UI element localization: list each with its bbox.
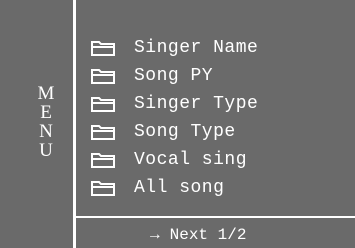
menu-letter: E xyxy=(40,102,52,123)
menu-letter: U xyxy=(39,140,53,161)
next-page-button[interactable]: → Next 1/2 xyxy=(150,226,310,244)
menu-item-label: All song xyxy=(134,178,225,198)
folder-icon xyxy=(91,41,115,56)
menu-letter: M xyxy=(37,83,55,104)
karaoke-menu-screen: M E N U Singer Name Song PY Singer Type … xyxy=(0,0,355,248)
menu-item-vocal-sing[interactable]: Vocal sing xyxy=(90,146,350,174)
menu-item-label: Song PY xyxy=(134,66,214,86)
menu-item-singer-name[interactable]: Singer Name xyxy=(90,34,350,62)
menu-item-song-type[interactable]: Song Type xyxy=(90,118,350,146)
folder-icon xyxy=(91,153,115,168)
menu-item-all-song[interactable]: All song xyxy=(90,174,350,202)
menu-item-song-py[interactable]: Song PY xyxy=(90,62,350,90)
footer-divider xyxy=(76,216,355,218)
menu-sidebar: M E N U xyxy=(0,0,76,248)
menu-item-label: Singer Type xyxy=(134,94,259,114)
next-page-label: Next 1/2 xyxy=(169,226,247,244)
folder-icon xyxy=(91,97,115,112)
menu-item-label: Singer Name xyxy=(134,38,259,58)
menu-letter: N xyxy=(39,121,53,142)
folder-icon xyxy=(91,69,115,84)
menu-item-label: Vocal sing xyxy=(134,150,248,170)
menu-list: Singer Name Song PY Singer Type Song Typ… xyxy=(90,34,350,202)
arrow-right-icon: → xyxy=(150,226,160,244)
menu-item-label: Song Type xyxy=(134,122,236,142)
folder-icon xyxy=(91,181,115,196)
folder-icon xyxy=(91,125,115,140)
menu-vertical-title: M E N U xyxy=(36,84,56,160)
menu-item-singer-type[interactable]: Singer Type xyxy=(90,90,350,118)
